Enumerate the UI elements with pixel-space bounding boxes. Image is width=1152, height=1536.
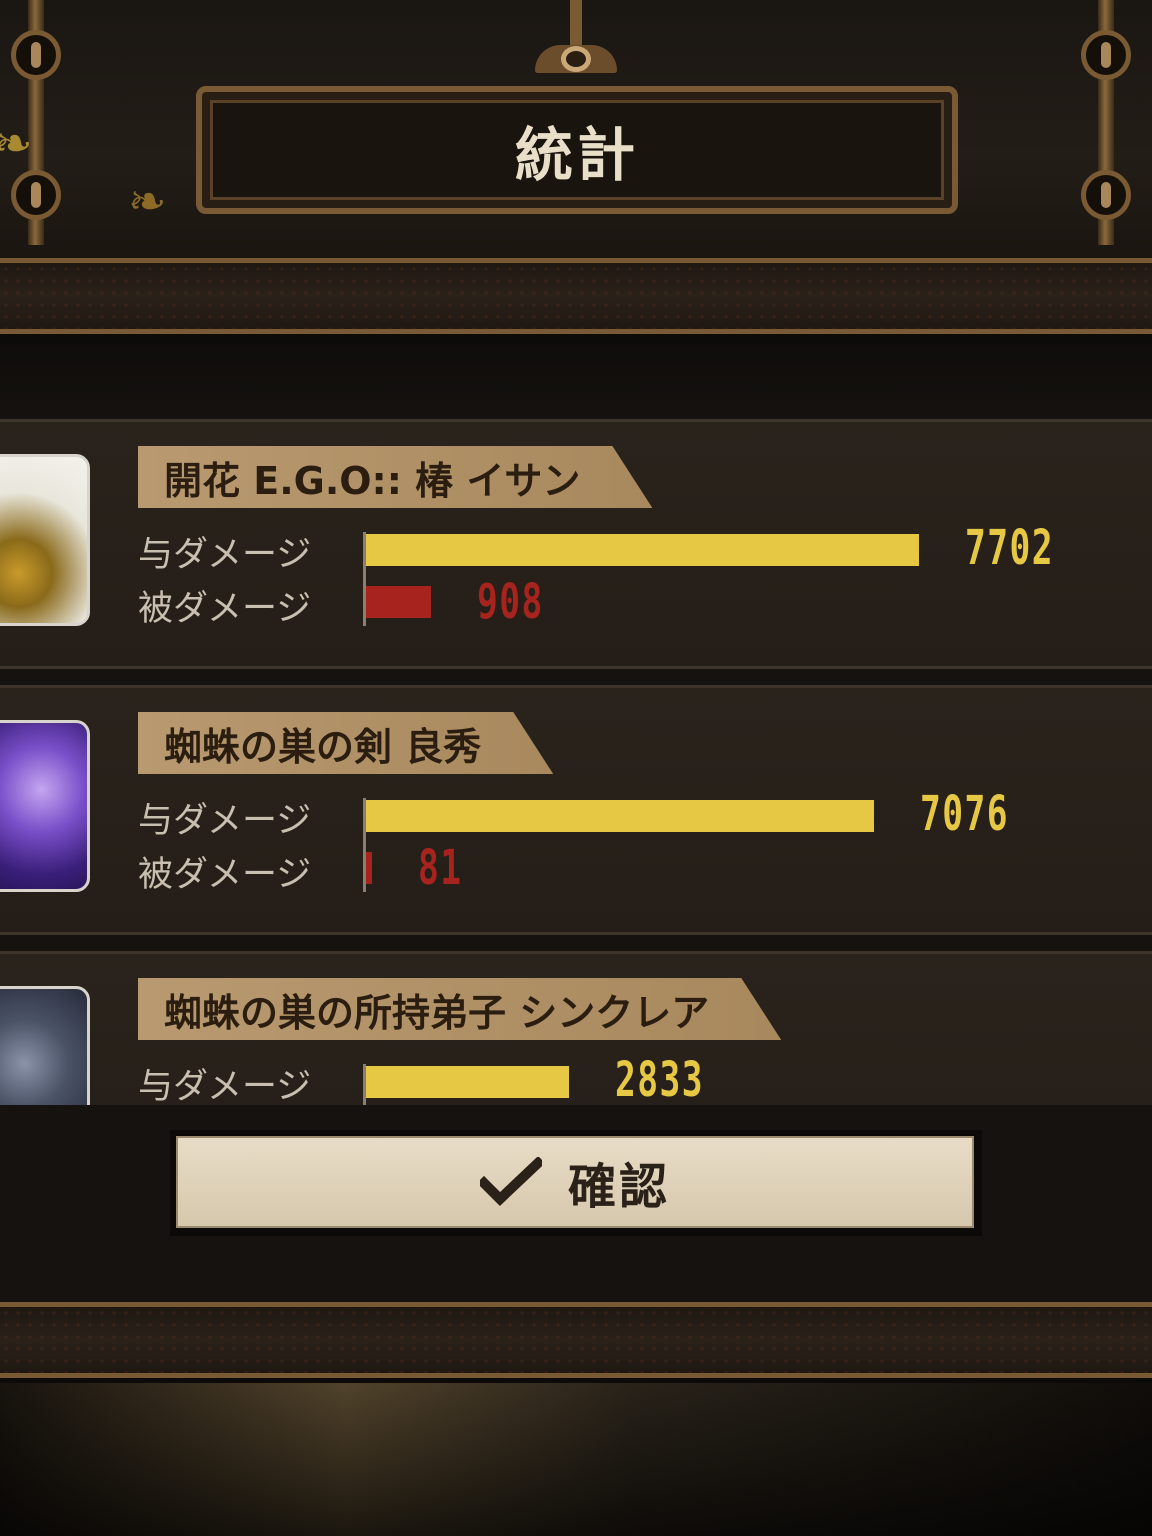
- character-portrait: [0, 454, 90, 626]
- stat-card: 開花 E.G.O:: 椿 イサン 与ダメージ 被ダメージ 7702 908: [0, 419, 1152, 669]
- check-icon: [479, 1157, 542, 1206]
- page-title: 統計: [514, 121, 639, 189]
- character-name: 開花 E.G.O:: 椿 イサン: [138, 446, 652, 508]
- hanger-ornament: [535, 0, 617, 92]
- background-scene: [0, 1383, 1152, 1536]
- dealt-damage-value: 7702: [965, 520, 1054, 576]
- dealt-damage-label: 与ダメージ: [138, 801, 312, 841]
- dealt-damage-value: 7076: [920, 786, 1009, 842]
- dealt-damage-label: 与ダメージ: [138, 535, 312, 575]
- decorative-band-bottom: [0, 1302, 1152, 1378]
- title-frame: 統計: [196, 86, 958, 214]
- dealt-damage-label: 与ダメージ: [138, 1067, 312, 1105]
- character-name: 蜘蛛の巣の所持弟子 シンクレア: [138, 978, 781, 1040]
- stat-card: 蜘蛛の巣の剣 良秀 与ダメージ 被ダメージ 7076 81: [0, 685, 1152, 935]
- taken-damage-bar: [366, 586, 431, 618]
- stats-list[interactable]: 開花 E.G.O:: 椿 イサン 与ダメージ 被ダメージ 7702 908 蜘蛛…: [0, 345, 1152, 1105]
- leaf-icon: ❧: [128, 174, 167, 228]
- decorative-band-top: [0, 258, 1152, 334]
- knob-icon: [11, 170, 61, 220]
- taken-damage-value: 908: [477, 574, 544, 630]
- dealt-damage-value: 2833: [615, 1052, 704, 1105]
- taken-damage-value: 81: [418, 840, 463, 896]
- leaf-icon: ❧: [0, 116, 33, 170]
- taken-damage-label: 被ダメージ: [138, 855, 312, 895]
- taken-damage-label: 被ダメージ: [138, 589, 312, 629]
- knob-icon: [1081, 170, 1131, 220]
- header-area: ❧ ❧ 統計: [0, 0, 1152, 260]
- taken-damage-bar: [366, 852, 372, 884]
- character-name: 蜘蛛の巣の剣 良秀: [138, 712, 553, 774]
- confirm-label: 確認: [567, 1159, 670, 1215]
- stat-card: 蜘蛛の巣の所持弟子 シンクレア 与ダメージ 2833: [0, 951, 1152, 1105]
- knob-icon: [1081, 30, 1131, 80]
- dealt-damage-bar: [366, 1066, 569, 1098]
- confirm-button[interactable]: 確認: [176, 1136, 974, 1228]
- dealt-damage-bar: [366, 800, 874, 832]
- dealt-damage-bar: [366, 534, 919, 566]
- character-portrait: [0, 720, 90, 892]
- character-portrait: [0, 986, 90, 1105]
- knob-icon: [11, 30, 61, 80]
